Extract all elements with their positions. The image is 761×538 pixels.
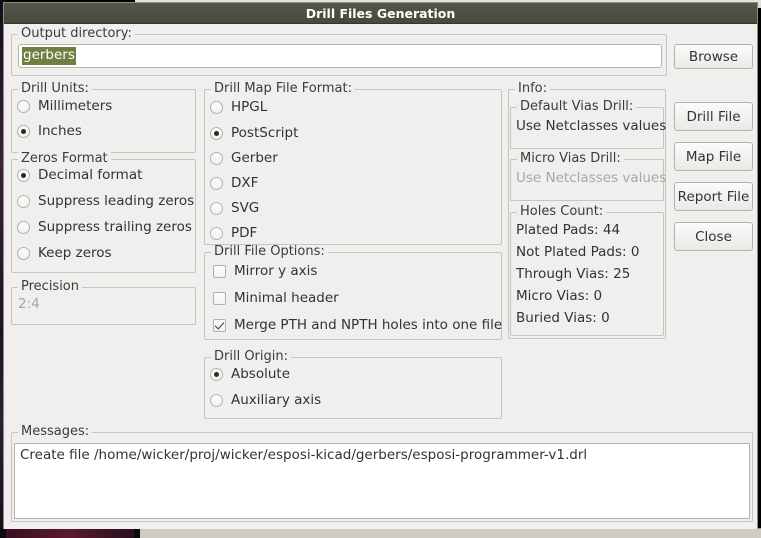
holes-count-plated-pads: Plated Pads: 44 xyxy=(516,222,620,238)
dialog-title: Drill Files Generation xyxy=(306,6,456,21)
radio-label: SVG xyxy=(231,200,259,216)
background-bottom-edge xyxy=(0,528,761,538)
radio-map-format-hpgl[interactable]: HPGL xyxy=(210,99,267,115)
checkbox-label: Mirror y axis xyxy=(234,263,317,279)
micro-vias-drill-group-label: Micro Vias Drill: xyxy=(517,152,624,166)
message-line: Create file /home/wicker/proj/wicker/esp… xyxy=(20,447,744,463)
report-file-button[interactable]: Report File xyxy=(674,182,753,211)
radio-label: Suppress trailing zeros xyxy=(38,219,192,235)
checkbox-icon xyxy=(213,265,226,278)
info-group-label: Info: xyxy=(515,82,550,96)
holes-count-micro-vias: Micro Vias: 0 xyxy=(516,288,602,304)
radio-label: Suppress leading zeros xyxy=(38,193,194,209)
radio-label: PostScript xyxy=(231,125,298,141)
radio-label: Keep zeros xyxy=(38,245,112,261)
drill-file-button-label: Drill File xyxy=(686,109,740,125)
checkbox-merge-pth-npth[interactable]: Merge PTH and NPTH holes into one file xyxy=(213,317,502,333)
drill-origin-group-label: Drill Origin: xyxy=(211,350,291,364)
holes-count-group-label: Holes Count: xyxy=(517,205,606,219)
messages-textarea[interactable]: Create file /home/wicker/proj/wicker/esp… xyxy=(14,443,750,519)
browse-button[interactable]: Browse xyxy=(674,44,753,69)
checkbox-mirror-y-axis[interactable]: Mirror y axis xyxy=(213,263,317,279)
checkbox-checked-icon xyxy=(213,319,226,332)
browse-button-label: Browse xyxy=(689,49,738,65)
background-bottom-panel xyxy=(140,528,761,538)
radio-icon xyxy=(210,177,223,190)
background-taskbar xyxy=(6,528,134,538)
report-file-button-label: Report File xyxy=(678,189,750,205)
radio-icon xyxy=(210,202,223,215)
drill-file-options-group-label: Drill File Options: xyxy=(211,245,328,259)
drill-file-button[interactable]: Drill File xyxy=(674,102,753,131)
radio-label: Gerber xyxy=(231,150,278,166)
radio-zeros-keep-zeros[interactable]: Keep zeros xyxy=(17,245,112,261)
radio-label: Inches xyxy=(38,123,82,139)
radio-selected-icon xyxy=(210,368,223,381)
radio-zeros-decimal-format[interactable]: Decimal format xyxy=(17,167,142,183)
precision-group-label: Precision xyxy=(18,280,82,294)
holes-count-not-plated-pads: Not Plated Pads: 0 xyxy=(516,244,639,260)
map-file-button-label: Map File xyxy=(686,149,741,165)
micro-vias-drill-value: Use Netclasses values xyxy=(516,170,666,186)
radio-label: Absolute xyxy=(231,366,290,382)
close-button-label: Close xyxy=(695,229,732,245)
radio-icon xyxy=(17,247,30,260)
output-directory-input[interactable]: gerbers xyxy=(18,44,662,68)
radio-map-format-dxf[interactable]: DXF xyxy=(210,175,258,191)
zeros-format-group-label: Zeros Format xyxy=(18,152,111,166)
precision-value: 2:4 xyxy=(18,296,40,312)
radio-icon xyxy=(17,195,30,208)
radio-selected-icon xyxy=(210,127,223,140)
holes-count-buried-vias: Buried Vias: 0 xyxy=(516,310,610,326)
radio-icon xyxy=(17,100,30,113)
radio-label: Auxiliary axis xyxy=(231,392,321,408)
radio-drill-units-millimeters[interactable]: Millimeters xyxy=(17,98,112,114)
holes-count-through-vias: Through Vias: 25 xyxy=(516,266,630,282)
checkbox-icon xyxy=(213,292,226,305)
dialog-titlebar[interactable]: Drill Files Generation xyxy=(4,3,757,24)
drill-files-generation-dialog: Drill Files Generation Output directory:… xyxy=(3,2,758,529)
radio-label: Millimeters xyxy=(38,98,112,114)
default-vias-drill-group-label: Default Vias Drill: xyxy=(517,100,636,114)
default-vias-drill-value: Use Netclasses values xyxy=(516,118,666,134)
checkbox-label: Minimal header xyxy=(234,290,339,306)
radio-drill-origin-auxiliary-axis[interactable]: Auxiliary axis xyxy=(210,392,321,408)
close-button[interactable]: Close xyxy=(674,222,753,251)
radio-map-format-gerber[interactable]: Gerber xyxy=(210,150,278,166)
radio-selected-icon xyxy=(17,125,30,138)
radio-icon xyxy=(210,101,223,114)
checkbox-minimal-header[interactable]: Minimal header xyxy=(213,290,339,306)
radio-zeros-suppress-leading[interactable]: Suppress leading zeros xyxy=(17,193,194,209)
radio-icon xyxy=(210,227,223,240)
radio-label: PDF xyxy=(231,225,257,241)
drill-units-group-label: Drill Units: xyxy=(18,82,92,96)
radio-icon xyxy=(210,394,223,407)
radio-map-format-postscript[interactable]: PostScript xyxy=(210,125,298,141)
radio-selected-icon xyxy=(17,169,30,182)
radio-label: DXF xyxy=(231,175,258,191)
drill-map-file-format-group-label: Drill Map File Format: xyxy=(211,82,355,96)
dialog-client-area: Output directory: gerbers Browse Drill U… xyxy=(4,24,757,529)
map-file-button[interactable]: Map File xyxy=(674,142,753,171)
radio-map-format-svg[interactable]: SVG xyxy=(210,200,259,216)
radio-zeros-suppress-trailing[interactable]: Suppress trailing zeros xyxy=(17,219,192,235)
checkbox-label: Merge PTH and NPTH holes into one file xyxy=(234,317,502,333)
radio-map-format-pdf[interactable]: PDF xyxy=(210,225,257,241)
radio-icon xyxy=(210,152,223,165)
radio-drill-origin-absolute[interactable]: Absolute xyxy=(210,366,290,382)
radio-label: Decimal format xyxy=(38,167,142,183)
messages-group-label: Messages: xyxy=(18,425,92,439)
radio-label: HPGL xyxy=(231,99,267,115)
output-directory-group-label: Output directory: xyxy=(18,27,135,41)
radio-icon xyxy=(17,221,30,234)
output-directory-value: gerbers xyxy=(22,47,76,65)
radio-drill-units-inches[interactable]: Inches xyxy=(17,123,82,139)
